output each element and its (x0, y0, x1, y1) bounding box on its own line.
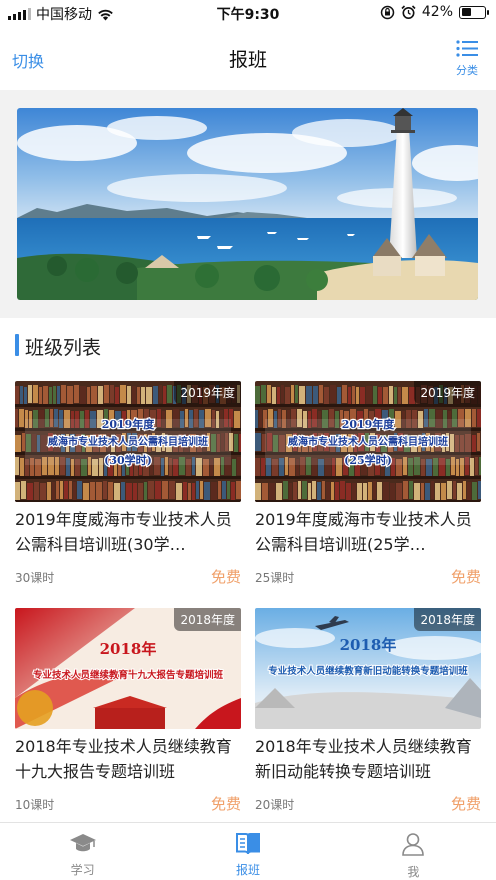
thumb-hours: (25学时) (344, 453, 392, 467)
alarm-icon (401, 4, 416, 19)
course-hours: 10课时 (15, 798, 55, 812)
thumb-year: 2018年 (340, 636, 397, 654)
battery-percent: 42% (421, 4, 453, 20)
section-title: 班级列表 (25, 337, 102, 359)
category-label: 分类 (456, 64, 478, 77)
course-thumbnail: 2018年 专业技术人员继续教育十九大报告专题培训班 2018年度 (15, 608, 241, 729)
person-icon (402, 833, 425, 856)
course-thumbnail: 2018年 专业技术人员继续教育新旧动能转换专题培训班 2018年度 (255, 608, 481, 729)
section-accent-bar (15, 334, 19, 356)
nav-bar: 切换 报班 分类 (0, 26, 496, 90)
course-thumbnail: 2019年度 威海市专业技术人员公需科目培训班 (25学时) 2019年度 (255, 381, 481, 502)
graduation-cap-icon (69, 834, 96, 852)
course-title: 2018年专业技术人员继续教育十九大报告专题培训班 (15, 737, 232, 781)
tab-label: 学习 (70, 863, 95, 877)
year-badge: 2018年度 (174, 608, 241, 631)
book-icon (235, 833, 260, 856)
course-title: 2019年度威海市专业技术人员公需科目培训班(25学… (255, 510, 472, 554)
course-price: 免费 (450, 568, 481, 586)
thumb-year: 2018年 (100, 640, 157, 658)
tab-bar: 学习 报班 我 (0, 822, 496, 880)
course-card[interactable]: 2019年度 威海市专业技术人员公需科目培训班 (25学时) 2019年度 20… (255, 381, 481, 589)
course-title: 2019年度威海市专业技术人员公需科目培训班(30学… (15, 510, 232, 554)
list-icon (456, 40, 478, 57)
course-title: 2018年专业技术人员继续教育新旧动能转换专题培训班 (255, 737, 472, 781)
tab-label: 我 (407, 865, 420, 879)
course-card[interactable]: 2019年度 威海市专业技术人员公需科目培训班 (30学时) 2019年度 20… (15, 381, 241, 589)
battery-fill (461, 8, 471, 16)
tab-enroll[interactable]: 报班 (165, 823, 330, 880)
thumb-title: 专业技术人员继续教育十九大报告专题培训班 (33, 669, 224, 681)
category-button[interactable]: 分类 (452, 40, 482, 78)
course-card[interactable]: 2018年 专业技术人员继续教育新旧动能转换专题培训班 2018年度 2018年… (255, 608, 481, 816)
page-title: 报班 (228, 49, 267, 71)
year-badge: 2019年度 (174, 381, 241, 404)
year-badge: 2019年度 (414, 381, 481, 404)
course-hours: 30课时 (15, 571, 55, 585)
thumb-title: 威海市专业技术人员公需科目培训班 (48, 435, 208, 448)
year-badge: 2018年度 (414, 608, 481, 631)
thumb-year: 2019年度 (342, 417, 396, 431)
tab-label: 报班 (235, 863, 260, 877)
course-price: 免费 (210, 568, 241, 586)
thumb-hours: (30学时) (104, 453, 152, 467)
thumb-year: 2019年度 (102, 417, 156, 431)
course-thumbnail: 2019年度 威海市专业技术人员公需科目培训班 (30学时) 2019年度 (15, 381, 241, 502)
course-price: 免费 (450, 795, 481, 813)
tab-me[interactable]: 我 (331, 823, 496, 880)
lighthouse-seascape-image (17, 108, 478, 300)
thumb-title: 专业技术人员继续教育新旧动能转换专题培训班 (268, 665, 468, 677)
tab-study[interactable]: 学习 (0, 823, 165, 880)
course-hours: 20课时 (255, 798, 295, 812)
course-hours: 25课时 (255, 571, 295, 585)
banner-image[interactable] (17, 108, 478, 300)
course-price: 免费 (210, 795, 241, 813)
orientation-lock-icon (380, 5, 395, 19)
battery-icon (459, 5, 489, 19)
status-bar: 中国移动 下午9:30 42% (0, 0, 496, 26)
thumb-title: 威海市专业技术人员公需科目培训班 (288, 435, 448, 448)
course-card[interactable]: 2018年 专业技术人员继续教育十九大报告专题培训班 2018年度 2018年专… (15, 608, 241, 816)
